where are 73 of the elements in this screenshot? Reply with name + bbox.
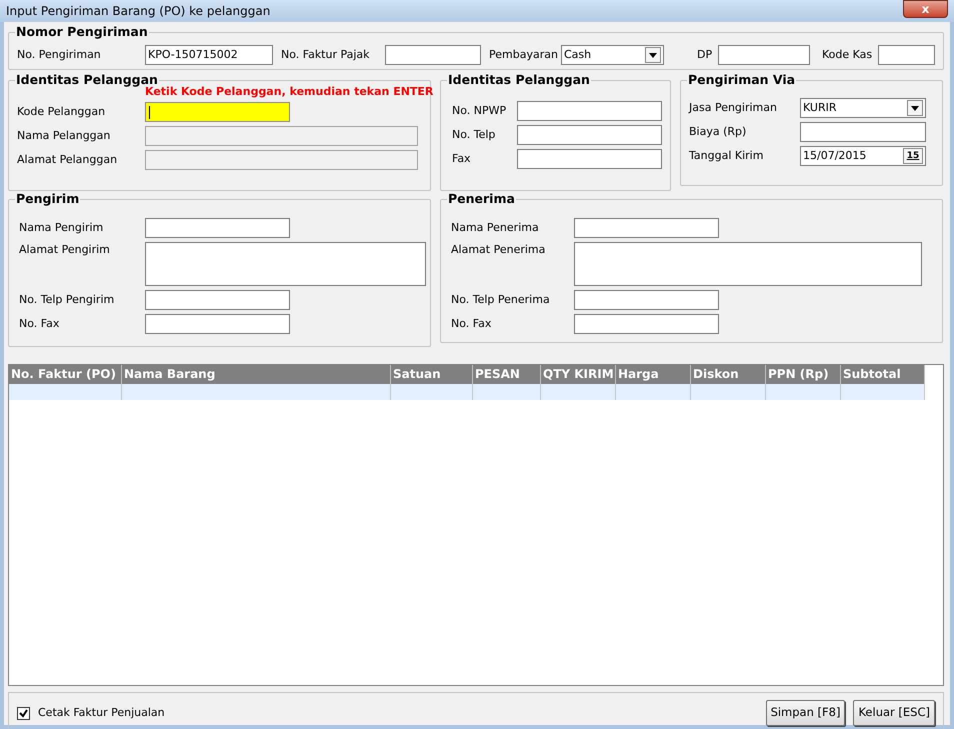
dialog-button[interactable]: Simpan [F8] [766,700,846,726]
input-field[interactable]: KPO-150715002 [145,45,273,65]
table-cell[interactable] [841,384,925,400]
field-label: Nama Pelanggan [17,128,112,144]
field-label: No. Pengiriman [17,46,102,63]
group-title: Nomor Pengiriman [15,24,149,40]
column-header[interactable]: Nama Barang [122,365,391,384]
checkbox-label: Cetak Faktur Penjualan [38,704,165,721]
input-field[interactable] [800,122,926,142]
field-label: Jasa Pengiriman [689,100,778,116]
field-label: Kode Pelanggan [17,104,106,120]
input-field[interactable] [517,149,662,169]
input-field[interactable] [385,45,481,65]
input-field[interactable] [517,101,662,121]
input-field[interactable] [574,314,719,334]
table-cell[interactable] [766,384,841,400]
field-label: No. Fax [18,316,60,332]
group-title: Identitas Pelanggan [15,72,159,88]
input-field[interactable] [517,125,662,145]
field-label: Pembayaran [489,46,559,63]
field-label: Alamat Penerima [450,242,546,258]
field-label: Alamat Pelanggan [17,152,118,168]
field-label: Kode Kas [822,46,874,63]
text-area[interactable] [574,242,922,286]
column-header[interactable]: Diskon [691,365,766,384]
field-label: No. Telp Pengirim [18,292,116,308]
input-field[interactable] [718,45,810,65]
field-label: No. NPWP [451,102,508,119]
checkbox-box[interactable] [17,706,30,720]
dropdown-field[interactable]: KURIR [800,98,926,118]
table-cell[interactable] [391,384,473,400]
field-label: No. Telp Penerima [450,292,551,308]
field-label: No. Telp [451,126,496,143]
column-header[interactable]: Harga [616,365,691,384]
column-header[interactable]: QTY KIRIM [541,365,616,384]
field-label: Biaya (Rp) [689,124,748,140]
column-header[interactable]: No. Faktur (PO) [9,365,122,384]
field-label: No. Faktur Pajak [281,46,371,63]
text-area[interactable] [145,242,426,286]
field-label: Alamat Pengirim [18,242,111,258]
input-field[interactable] [878,45,935,65]
table-cell[interactable] [541,384,616,400]
calendar-button[interactable]: 15 [903,148,923,164]
input-field[interactable] [145,290,290,310]
field-label: DP [697,46,714,63]
input-field[interactable] [574,218,719,238]
window-title: Input Pengiriman Barang (PO) ke pelanggan [6,3,270,20]
input-field[interactable] [145,218,290,238]
group-title: Pengirim [15,191,80,207]
date-field[interactable]: 15/07/2015 15 [800,146,926,166]
input-field[interactable] [574,290,719,310]
dialog-button[interactable]: Keluar [ESC] [853,700,935,726]
table-cell[interactable] [473,384,541,400]
dropdown-field[interactable]: Cash [561,45,664,65]
table-cell[interactable] [9,384,122,400]
table-cell[interactable] [616,384,691,400]
field-label: No. Fax [450,316,492,332]
column-header[interactable]: Satuan [391,365,473,384]
input-field[interactable] [145,102,290,122]
field-label: Tanggal Kirim [689,148,764,164]
group-title: Pengiriman Via [687,72,796,88]
table-cell[interactable] [691,384,766,400]
field-label: Nama Penerima [450,220,540,236]
group-title: Identitas Pelanggan [447,72,591,88]
field-label: Nama Pengirim [18,220,104,236]
close-button[interactable]: x [903,0,948,18]
column-header[interactable]: PPN (Rp) [766,365,841,384]
table-cell[interactable] [122,384,391,400]
column-header[interactable]: Subtotal [841,365,925,384]
input-field[interactable] [145,314,290,334]
column-header[interactable]: PESAN [473,365,541,384]
hint-text: Ketik Kode Pelanggan, kemudian tekan ENTER [145,85,434,100]
field-label: Fax [451,150,472,167]
